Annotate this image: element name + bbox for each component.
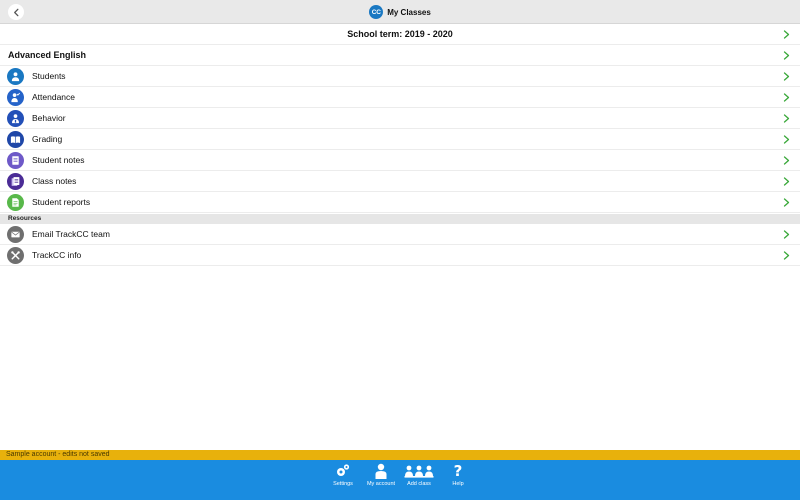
app-logo: CC [369, 5, 384, 19]
class-name: Advanced English [8, 50, 87, 60]
chevron-right-icon [783, 251, 790, 260]
attendance-icon [7, 88, 24, 106]
settings-icon [337, 464, 350, 476]
menu-item-label: Attendance [32, 92, 76, 102]
menu-item-label: Student notes [32, 155, 85, 165]
menu-item-label: Email TrackCC team [32, 229, 110, 239]
chevron-right-icon [783, 93, 790, 102]
menu-item-students[interactable]: Students [0, 66, 800, 87]
class-notes-icon [7, 172, 24, 190]
resources-section-header: Resources [0, 214, 800, 224]
chevron-right-icon [783, 135, 790, 144]
tab-label: Settings [333, 481, 353, 487]
tab-add-class[interactable]: Add class [401, 463, 437, 499]
menu-item-label: Class notes [32, 176, 77, 186]
email-icon [7, 225, 24, 243]
menu-item-grading[interactable]: Grading [0, 129, 800, 150]
bottom-tab-bar: Settings My account Add class ? Help [0, 460, 800, 500]
chevron-right-icon [783, 198, 790, 207]
tools-icon [7, 246, 24, 264]
chevron-right-icon [783, 156, 790, 165]
svg-text:?: ? [454, 463, 463, 479]
behavior-icon [7, 109, 24, 127]
chevron-right-icon [783, 230, 790, 239]
menu-item-label: Grading [32, 134, 63, 144]
student-icon [7, 67, 24, 85]
tab-label: Add class [407, 481, 431, 487]
chevron-right-icon [783, 30, 790, 39]
add-class-icon [404, 465, 434, 478]
notes-icon [7, 151, 24, 169]
school-term-label: School term: 2019 - 2020 [347, 29, 453, 39]
resource-item-trackcc-info[interactable]: TrackCC info [0, 245, 800, 266]
chevron-right-icon [783, 114, 790, 123]
menu-item-label: Behavior [32, 113, 66, 123]
menu-item-label: Student reports [32, 197, 91, 207]
nav-title-group: CC My Classes [0, 0, 800, 24]
tab-help[interactable]: ? Help [440, 463, 476, 499]
tab-label: Help [452, 481, 464, 487]
chevron-right-icon [783, 51, 790, 60]
page-title: My Classes [387, 7, 431, 17]
menu-item-label: Students [32, 71, 66, 81]
navigation-bar: CC My Classes [0, 0, 800, 24]
menu-item-attendance[interactable]: Attendance [0, 87, 800, 108]
help-icon: ? [454, 463, 463, 479]
class-section-row[interactable]: Advanced English [0, 45, 800, 66]
menu-item-class-notes[interactable]: Class notes [0, 171, 800, 192]
menu-item-behavior[interactable]: Behavior [0, 108, 800, 129]
tab-settings[interactable]: Settings [325, 463, 361, 499]
report-icon [7, 193, 24, 211]
school-term-row[interactable]: School term: 2019 - 2020 [0, 24, 800, 45]
tab-my-account[interactable]: My account [363, 463, 399, 499]
chevron-right-icon [783, 177, 790, 186]
sample-account-warning: Sample account - edits not saved [0, 450, 800, 460]
chevron-right-icon [783, 72, 790, 81]
resource-item-email-team[interactable]: Email TrackCC team [0, 224, 800, 245]
tab-label: My account [366, 481, 396, 487]
menu-item-student-notes[interactable]: Student notes [0, 150, 800, 171]
account-icon [375, 463, 387, 479]
menu-item-student-reports[interactable]: Student reports [0, 192, 800, 213]
book-icon [7, 130, 24, 148]
menu-item-label: TrackCC info [32, 250, 82, 260]
